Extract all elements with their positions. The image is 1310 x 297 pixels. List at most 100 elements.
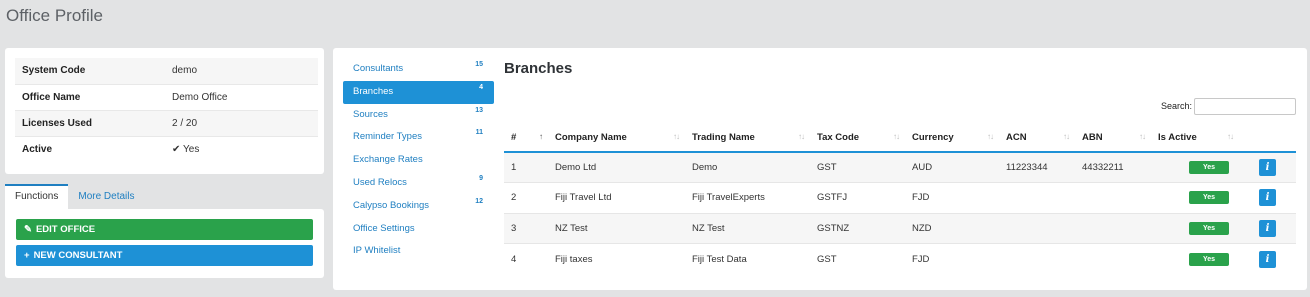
- edit-icon: ✎: [24, 224, 32, 235]
- column-header-currency[interactable]: Currency ↑↓: [905, 124, 999, 153]
- cell-abn: [1075, 212, 1151, 244]
- cell-trading-name: Fiji TravelExperts: [685, 182, 810, 213]
- cell-number: 4: [504, 243, 548, 274]
- nav-item-ip-whitelist[interactable]: IP Whitelist: [343, 240, 494, 263]
- table-row: 2 Fiji Travel Ltd Fiji TravelExperts GST…: [504, 182, 1296, 213]
- nav-label: Branches: [353, 85, 394, 97]
- nav-label: Reminder Types: [353, 131, 422, 143]
- nav-label: Consultants: [353, 63, 404, 74]
- info-icon[interactable]: i: [1259, 159, 1276, 176]
- sort-icon: ↑↓: [987, 132, 994, 141]
- branches-table: # ↑ Company Name ↑↓ Trading Name ↑↓ Tax Cod…: [504, 124, 1296, 274]
- column-header-company-name[interactable]: Company Name ↑↓: [548, 124, 685, 153]
- nav-label: IP Whitelist: [353, 245, 401, 257]
- cell-abn: [1075, 243, 1151, 274]
- info-value: demo: [165, 58, 318, 84]
- table-row: 4 Fiji taxes Fiji Test Data GST FJD Yes …: [504, 243, 1296, 274]
- office-info-table: System Code demo Office Name Demo Office…: [15, 58, 318, 162]
- cell-trading-name: Demo: [685, 152, 810, 183]
- branches-title: Branches: [504, 60, 573, 77]
- cell-tax-code: GSTFJ: [810, 182, 905, 213]
- info-row-system-code: System Code demo: [15, 58, 318, 84]
- cell-trading-name: NZ Test: [685, 212, 810, 244]
- new-consultant-button[interactable]: + New Consultant: [16, 245, 313, 266]
- nav-item-sources[interactable]: Sources 13: [343, 104, 494, 127]
- functions-panel: ✎ Edit Office + New Consultant: [5, 209, 324, 278]
- cell-acn: [999, 243, 1075, 274]
- nav-item-office-settings[interactable]: Office Settings: [343, 218, 494, 241]
- column-header-actions: [1239, 124, 1296, 153]
- edit-office-button[interactable]: ✎ Edit Office: [16, 219, 313, 240]
- new-consultant-label: New Consultant: [33, 250, 123, 261]
- tab-more-details[interactable]: More Details: [68, 184, 144, 209]
- info-label: Office Name: [15, 83, 165, 110]
- nav-label: Exchange Rates: [353, 154, 423, 166]
- nav-item-calypso-bookings[interactable]: Calypso Bookings 12: [343, 195, 494, 218]
- cell-currency: AUD: [905, 152, 999, 183]
- info-icon[interactable]: i: [1259, 219, 1276, 237]
- info-value: 2 / 20: [165, 109, 318, 136]
- sort-asc-icon: ↑: [539, 132, 543, 141]
- nav-label: Used Relocs: [353, 176, 407, 188]
- nav-label: Calypso Bookings: [353, 199, 430, 211]
- info-row-licenses-used: Licenses Used 2 / 20: [15, 109, 318, 136]
- main-panel: Consultants 15 Branches 4 Sources 13 Remind…: [333, 48, 1307, 290]
- sort-icon: ↑↓: [673, 132, 680, 141]
- nav-label: Sources: [353, 108, 388, 120]
- column-header-number[interactable]: # ↑: [504, 124, 548, 153]
- nav-item-reminder-types[interactable]: Reminder Types 11: [343, 126, 494, 149]
- office-info-card: System Code demo Office Name Demo Office…: [5, 48, 324, 174]
- cell-number: 1: [504, 152, 548, 183]
- nav-count: 4: [479, 83, 483, 91]
- sort-icon: ↑↓: [1227, 132, 1234, 141]
- cell-tax-code: GSTNZ: [810, 212, 905, 244]
- table-row: 1 Demo Ltd Demo GST AUD 11223344 4433221…: [504, 152, 1296, 183]
- function-tabs: Functions More Details: [5, 184, 145, 209]
- nav-item-exchange-rates[interactable]: Exchange Rates: [343, 149, 494, 172]
- cell-currency: FJD: [905, 243, 999, 274]
- cell-number: 3: [504, 212, 548, 244]
- info-icon[interactable]: i: [1259, 189, 1276, 207]
- nav-item-used-relocs[interactable]: Used Relocs 9: [343, 172, 494, 195]
- tab-functions[interactable]: Functions: [5, 184, 69, 209]
- column-header-abn[interactable]: ABN ↑↓: [1075, 124, 1151, 153]
- info-label: System Code: [15, 58, 165, 84]
- active-status-value: Yes: [183, 143, 200, 155]
- active-badge: Yes: [1189, 161, 1229, 174]
- edit-office-label: Edit Office: [35, 224, 96, 235]
- column-header-tax-code[interactable]: Tax Code ↑↓: [810, 124, 905, 153]
- column-header-acn[interactable]: ACN ↑↓: [999, 124, 1075, 153]
- search-label: Search:: [1161, 101, 1193, 111]
- nav-count: 15: [475, 61, 483, 68]
- nav-count: 13: [475, 106, 483, 114]
- cell-number: 2: [504, 182, 548, 213]
- info-row-active: Active ✔ Yes: [15, 135, 318, 162]
- page-title: Office Profile: [6, 6, 104, 25]
- search-input[interactable]: [1194, 98, 1296, 115]
- cell-company-name: NZ Test: [548, 212, 685, 244]
- table-header-row: # ↑ Company Name ↑↓ Trading Name ↑↓ Tax Cod…: [504, 124, 1296, 153]
- cell-tax-code: GST: [810, 243, 905, 274]
- info-icon[interactable]: i: [1259, 250, 1276, 268]
- cell-acn: 11223344: [999, 152, 1075, 183]
- cell-tax-code: GST: [810, 152, 905, 183]
- nav-count: 9: [479, 174, 483, 182]
- column-header-trading-name[interactable]: Trading Name ↑↓: [685, 124, 810, 153]
- info-label: Licenses Used: [15, 109, 165, 136]
- info-value: Demo Office: [165, 83, 318, 110]
- cell-currency: FJD: [905, 182, 999, 213]
- nav-item-branches[interactable]: Branches 4: [343, 80, 494, 104]
- nav-count: 11: [475, 129, 483, 137]
- nav-item-consultants[interactable]: Consultants 15: [343, 58, 494, 81]
- active-badge: Yes: [1189, 221, 1229, 235]
- info-label: Active: [15, 135, 165, 162]
- sort-icon: ↑↓: [1139, 132, 1146, 141]
- active-badge: Yes: [1189, 191, 1229, 205]
- nav-label: Office Settings: [353, 222, 415, 234]
- info-row-office-name: Office Name Demo Office: [15, 83, 318, 110]
- cell-company-name: Fiji Travel Ltd: [548, 182, 685, 213]
- sort-icon: ↑↓: [1063, 132, 1070, 141]
- cell-company-name: Demo Ltd: [548, 152, 685, 183]
- column-header-is-active[interactable]: Is Active ↑↓: [1151, 124, 1239, 153]
- cell-acn: [999, 212, 1075, 244]
